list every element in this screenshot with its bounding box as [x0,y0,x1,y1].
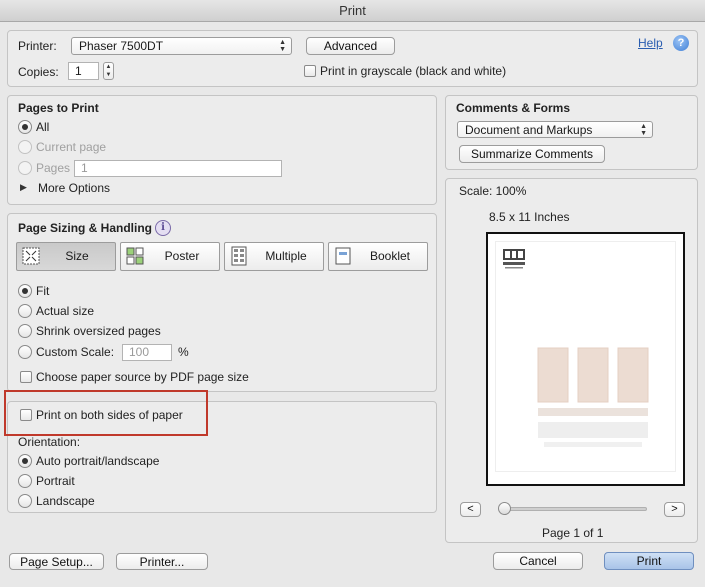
landscape-radio[interactable] [18,494,32,508]
orientation-title: Orientation: [18,435,81,449]
tab-multiple-label: Multiple [265,249,307,263]
select-arrows-icon: ▲ ▼ [640,123,647,137]
disclosure-triangle-icon[interactable]: ▶ [20,182,27,193]
tab-booklet-label: Booklet [369,249,411,263]
window-title-bar: Print [0,0,705,22]
shrink-radio[interactable] [18,324,32,338]
shrink-label: Shrink oversized pages [36,324,161,338]
page-sizing-panel [7,213,437,392]
copies-stepper[interactable]: ▲ ▼ [103,62,114,80]
fit-radio[interactable] [18,284,32,298]
current-page-radio[interactable] [18,140,32,154]
info-icon[interactable]: i [155,220,171,236]
booklet-icon [335,247,351,265]
copies-label: Copies: [18,65,59,79]
grayscale-label: Print in grayscale (black and white) [320,64,507,78]
next-page-button[interactable]: > [664,502,685,517]
poster-icon [126,247,144,265]
summarize-comments-button[interactable]: Summarize Comments [459,145,605,163]
tab-size-label: Size [65,249,89,263]
previous-page-button[interactable]: < [460,502,481,517]
actual-size-label: Actual size [36,304,95,318]
pages-range-label: Pages [36,161,71,175]
current-page-label: Current page [36,140,107,154]
tab-poster-label: Poster [164,249,200,263]
page-preview-frame [486,232,685,486]
paper-size-readout: 8.5 x 11 Inches [489,210,570,224]
paper-source-checkbox[interactable] [20,371,32,383]
advanced-button[interactable]: Advanced [306,37,395,55]
duplex-label: Print on both sides of paper [36,408,183,422]
portrait-label: Portrait [36,474,75,488]
scale-readout: Scale: 100% [459,184,527,198]
tab-poster[interactable]: Poster [120,242,220,271]
paper-source-label: Choose paper source by PDF page size [36,370,249,384]
select-arrows-icon: ▲ ▼ [279,39,286,53]
help-link[interactable]: Help [638,36,663,50]
pages-range-input[interactable]: 1 [74,160,282,177]
pages-all-radio[interactable] [18,120,32,134]
more-options-label[interactable]: More Options [38,181,110,195]
printer-select[interactable]: Phaser 7500DT ▲ ▼ [71,37,292,55]
custom-scale-radio[interactable] [18,345,32,359]
company-logo-watermark-icon [537,347,649,447]
printer-select-value: Phaser 7500DT [79,39,164,53]
pages-to-print-title: Pages to Print [18,101,99,115]
actual-size-radio[interactable] [18,304,32,318]
printer-button[interactable]: Printer... [116,553,208,570]
cancel-button[interactable]: Cancel [493,552,583,570]
page-setup-button[interactable]: Page Setup... [9,553,104,570]
help-icon[interactable]: ? [673,35,689,51]
tab-booklet[interactable]: Booklet [328,242,428,271]
printer-label: Printer: [18,39,57,53]
landscape-label: Landscape [36,494,95,508]
comments-select[interactable]: Document and Markups ▲ ▼ [457,121,653,138]
page-slider-thumb[interactable] [498,502,511,515]
auto-orientation-radio[interactable] [18,454,32,468]
print-button[interactable]: Print [604,552,694,570]
company-logo-small-icon [503,249,525,269]
fit-label: Fit [36,284,50,298]
copies-input[interactable]: 1 [68,62,99,80]
page-sizing-title: Page Sizing & Handling [18,221,153,235]
custom-scale-input[interactable]: 100 [122,344,172,361]
portrait-radio[interactable] [18,474,32,488]
multiple-pages-icon [231,246,247,266]
tab-multiple[interactable]: Multiple [224,242,324,271]
tab-size[interactable]: Size [16,242,116,271]
pages-range-radio[interactable] [18,161,32,175]
window-title: Print [339,3,366,18]
pages-all-label: All [36,120,50,134]
custom-scale-label: Custom Scale: [36,345,115,359]
comments-forms-title: Comments & Forms [456,101,571,115]
grayscale-checkbox[interactable] [304,65,316,77]
size-fit-icon [22,247,40,265]
page-slider-track[interactable] [500,507,647,511]
auto-orientation-label: Auto portrait/landscape [36,454,160,468]
page-preview-sheet [495,241,676,472]
comments-select-value: Document and Markups [465,123,593,137]
duplex-checkbox[interactable] [20,409,32,421]
page-count-readout: Page 1 of 1 [542,526,604,540]
percent-label: % [178,345,189,359]
